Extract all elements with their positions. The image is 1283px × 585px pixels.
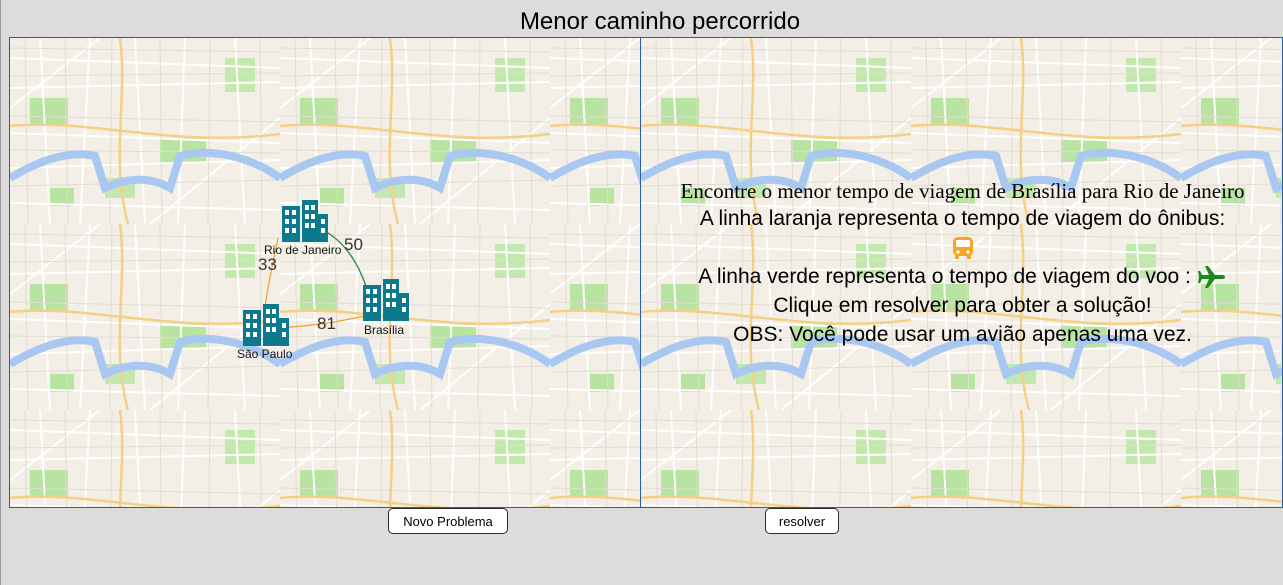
bus-icon [952, 237, 973, 260]
instruction-bus: A linha laranja representa o tempo de vi… [699, 207, 1226, 230]
graph-overlay: Rio de Janeiro Brasília São Paulo 50 33 … [10, 38, 640, 507]
instruction-solve: Clique em resolver para obter a solução! [773, 294, 1152, 317]
graph-panel[interactable]: Rio de Janeiro Brasília São Paulo 50 33 … [9, 37, 641, 508]
edge-weight-saopaulo-brasilia: 81 [317, 314, 336, 333]
city-building-icon[interactable] [359, 279, 411, 321]
edge-weight-rio-brasilia: 50 [344, 235, 363, 254]
city-building-icon[interactable] [239, 304, 291, 346]
solve-button[interactable]: resolver [765, 508, 839, 534]
instruction-plane-row: A linha verde representa o tempo de viag… [641, 262, 1282, 291]
instructions-panel: Encontre o menor tempo de viagem de Bras… [640, 37, 1283, 508]
instruction-note: OBS: Você pode usar um avião apenas uma … [733, 323, 1192, 346]
new-problem-button[interactable]: Novo Problema [388, 508, 508, 534]
instruction-plane: A linha verde representa o tempo de viag… [698, 265, 1191, 288]
city-building-icon[interactable] [278, 200, 330, 242]
edge-weight-rio-saopaulo: 33 [258, 255, 277, 274]
window-left-edge [0, 0, 1, 585]
instruction-goal: Encontre o menor tempo de viagem de Bras… [680, 179, 1245, 203]
instructions: Encontre o menor tempo de viagem de Bras… [641, 178, 1282, 349]
graph-edges [263, 222, 369, 329]
city-label-saopaulo: São Paulo [237, 347, 293, 361]
airplane-icon [1197, 266, 1225, 289]
bus-icon-row [641, 233, 1282, 262]
city-label-brasilia: Brasília [364, 323, 405, 337]
page-title: Menor caminho percorrido [519, 8, 801, 35]
